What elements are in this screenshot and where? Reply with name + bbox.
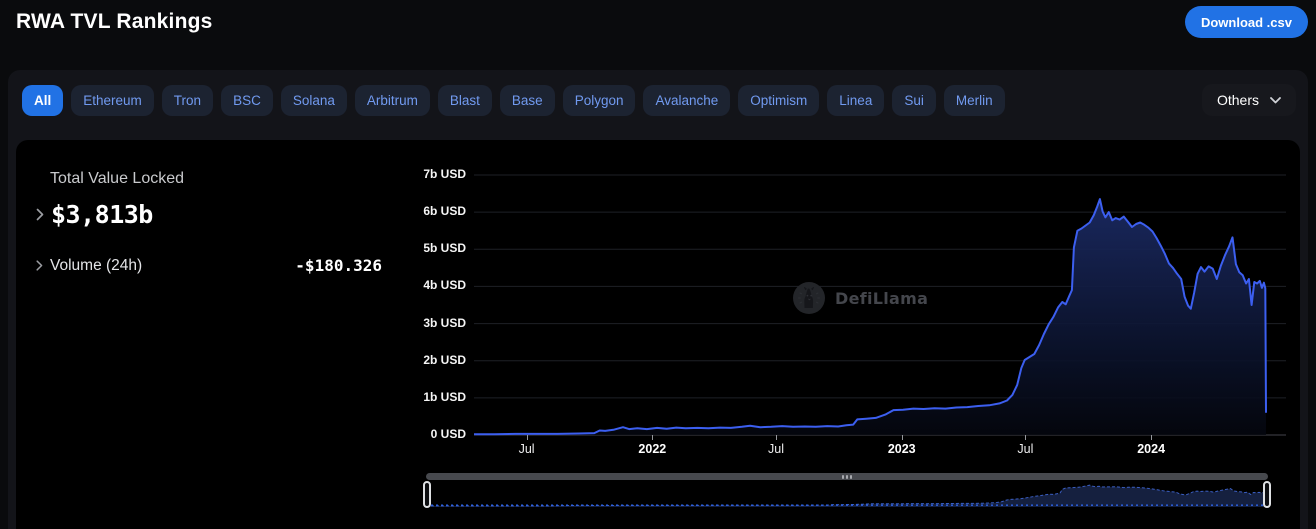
others-dropdown[interactable]: Others bbox=[1201, 84, 1296, 116]
x-axis-label: 2022 bbox=[638, 442, 667, 456]
download-csv-button[interactable]: Download .csv bbox=[1184, 6, 1308, 38]
y-axis-label: 2b USD bbox=[423, 352, 466, 367]
tvl-chart-card: Total Value Locked $3,813b Volume (24h) … bbox=[16, 140, 1300, 529]
navigator-right-handle[interactable] bbox=[1263, 481, 1271, 508]
x-axis-tick bbox=[901, 435, 903, 440]
chain-pill-ethereum[interactable]: Ethereum bbox=[71, 84, 154, 116]
volume-label: Volume (24h) bbox=[50, 256, 143, 274]
scrollbar-grip-icon[interactable] bbox=[842, 474, 852, 479]
page-header: RWA TVL Rankings Download .csv bbox=[16, 0, 1308, 44]
chain-pill-blast[interactable]: Blast bbox=[437, 84, 492, 116]
chain-pill-linea[interactable]: Linea bbox=[827, 84, 885, 116]
chevron-down-icon bbox=[1270, 96, 1281, 103]
chain-pill-solana[interactable]: Solana bbox=[280, 84, 347, 116]
tvl-area-chart[interactable] bbox=[474, 165, 1286, 437]
y-axis-label: 6b USD bbox=[423, 204, 466, 219]
x-axis-label: 2023 bbox=[887, 442, 916, 456]
chain-filter-row: All Ethereum Tron BSC Solana Arbitrum Blast Bas… bbox=[22, 84, 1296, 116]
x-axis-label: Jul bbox=[518, 442, 535, 456]
chain-pill-base[interactable]: Base bbox=[499, 84, 555, 116]
volume-row[interactable]: Volume (24h) -$180.326 bbox=[36, 256, 382, 275]
tvl-value: $3,813b bbox=[51, 200, 153, 229]
x-axis-tick bbox=[652, 435, 654, 440]
content-panel: All Ethereum Tron BSC Solana Arbitrum Blast Bas… bbox=[8, 70, 1308, 529]
chain-pill-arbitrum[interactable]: Arbitrum bbox=[354, 84, 430, 116]
navigator-mini-chart[interactable] bbox=[426, 482, 1268, 507]
chain-pill-optimism[interactable]: Optimism bbox=[738, 84, 820, 116]
chain-pill-sui[interactable]: Sui bbox=[892, 84, 936, 116]
y-axis-label: 4b USD bbox=[423, 278, 466, 293]
chain-pill-tron[interactable]: Tron bbox=[161, 84, 214, 116]
tvl-area-fill bbox=[474, 199, 1266, 435]
tvl-value-row[interactable]: $3,813b bbox=[36, 200, 382, 229]
others-dropdown-label: Others bbox=[1216, 92, 1259, 108]
navigator-scrollbar[interactable] bbox=[426, 473, 1268, 480]
volume-value: -$180.326 bbox=[295, 256, 382, 275]
x-axis-label: 2024 bbox=[1137, 442, 1166, 456]
y-axis-label: 0 USD bbox=[430, 427, 466, 441]
navigator-area-chart bbox=[426, 484, 1268, 507]
y-axis-label: 3b USD bbox=[423, 315, 466, 330]
x-axis-label: Jul bbox=[1017, 442, 1034, 456]
stats-panel: Total Value Locked $3,813b Volume (24h) … bbox=[36, 170, 382, 275]
y-axis-label: 7b USD bbox=[423, 167, 466, 181]
chain-pill-all[interactable]: All bbox=[22, 84, 64, 116]
rwa-tvl-page: RWA TVL Rankings Download .csv All Ethere… bbox=[0, 0, 1316, 529]
chevron-right-icon bbox=[36, 260, 43, 271]
tvl-label: Total Value Locked bbox=[50, 170, 185, 187]
chain-pill-avalanche[interactable]: Avalanche bbox=[643, 84, 731, 116]
x-axis-label: Jul bbox=[768, 442, 784, 456]
chevron-right-icon bbox=[36, 208, 44, 221]
x-axis-tick bbox=[1025, 435, 1027, 440]
navigator-area-fill bbox=[426, 485, 1266, 507]
chart-navigator bbox=[423, 473, 1271, 515]
page-title: RWA TVL Rankings bbox=[16, 10, 213, 33]
y-axis-label: 1b USD bbox=[423, 389, 466, 404]
tvl-chart-area: DefiLlama 7b USD 6b USD 5b USD 4b USD 3b USD… bbox=[420, 165, 1286, 465]
x-axis-tick bbox=[1151, 435, 1153, 440]
y-axis-label: 5b USD bbox=[423, 241, 466, 256]
chain-pill-polygon[interactable]: Polygon bbox=[562, 84, 636, 116]
chain-pill-bsc[interactable]: BSC bbox=[221, 84, 273, 116]
navigator-left-handle[interactable] bbox=[423, 481, 431, 508]
chain-pill-merlin[interactable]: Merlin bbox=[943, 84, 1005, 116]
x-axis-tick bbox=[526, 435, 528, 440]
x-axis-tick bbox=[776, 435, 778, 440]
